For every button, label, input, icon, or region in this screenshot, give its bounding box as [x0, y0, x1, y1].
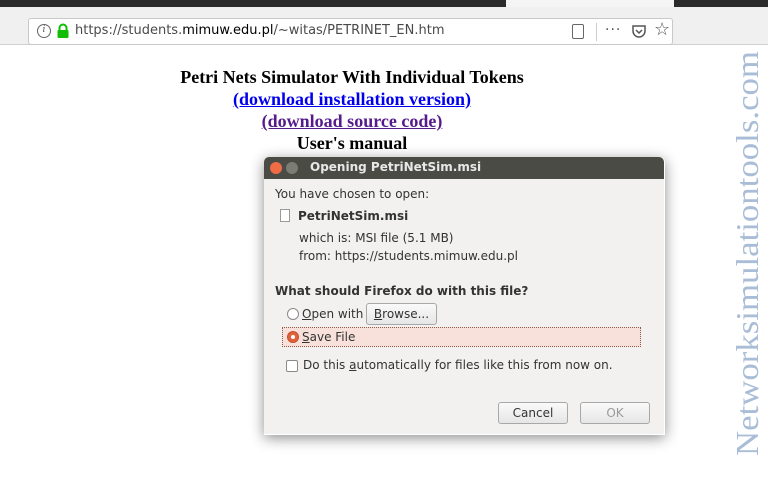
tab-3[interactable]: [334, 0, 504, 7]
dialog-body: You have chosen to open: PetriNetSim.msi…: [264, 179, 664, 434]
reader-view-icon[interactable]: [572, 24, 584, 39]
download-dialog: Opening PetriNetSim.msi You have chosen …: [264, 157, 664, 434]
open-with-radio[interactable]: [287, 308, 299, 320]
auto-checkbox[interactable]: [286, 360, 298, 372]
url-separator: [596, 23, 597, 41]
file-source: from: https://students.mimuw.edu.pl: [299, 249, 518, 263]
dialog-intro: You have chosen to open:: [275, 187, 430, 201]
page-title: Petri Nets Simulator With Individual Tok…: [180, 67, 524, 87]
users-manual-heading: User's manual: [296, 133, 408, 153]
tab-1[interactable]: [0, 0, 170, 7]
tab-active[interactable]: [506, 0, 674, 7]
info-icon[interactable]: i: [37, 24, 51, 38]
lock-icon: [57, 23, 69, 38]
dialog-title: Opening PetriNetSim.msi: [310, 160, 482, 174]
star-icon[interactable]: ☆: [654, 19, 670, 40]
ok-button[interactable]: OK: [580, 402, 650, 424]
browser-toolbar: i https://students.mimuw.edu.pl/~witas/P…: [0, 7, 768, 45]
more-actions-icon[interactable]: ···: [605, 22, 621, 38]
pocket-icon[interactable]: [631, 23, 647, 39]
dialog-question: What should Firefox do with this file?: [275, 284, 529, 298]
close-icon[interactable]: [270, 162, 282, 174]
dialog-titlebar[interactable]: Opening PetriNetSim.msi: [264, 157, 664, 179]
watermark-text: Networksimulationtools.com: [729, 51, 765, 456]
auto-label[interactable]: Do this automatically for files like thi…: [303, 358, 613, 372]
tab-2[interactable]: [172, 0, 332, 7]
download-installation-link[interactable]: (download installation version): [0, 89, 736, 110]
save-file-radio[interactable]: [287, 331, 299, 343]
cancel-button[interactable]: Cancel: [498, 402, 568, 424]
url-bar[interactable]: i https://students.mimuw.edu.pl/~witas/P…: [28, 18, 673, 45]
url-text[interactable]: https://students.mimuw.edu.pl/~witas/PET…: [75, 23, 445, 38]
download-source-link[interactable]: (download source code): [0, 111, 736, 132]
open-with-label[interactable]: Open with: [302, 307, 363, 321]
file-icon: [280, 209, 290, 222]
tab-5[interactable]: [676, 0, 768, 7]
tab-strip: [0, 0, 768, 7]
minimize-icon[interactable]: [286, 162, 298, 174]
dialog-filename: PetriNetSim.msi: [298, 209, 409, 223]
save-file-label[interactable]: Save File: [302, 330, 355, 344]
watermark: Networksimulationtools.com: [729, 51, 765, 456]
browse-button[interactable]: Browse...: [366, 303, 437, 325]
file-type: which is: MSI file (5.1 MB): [299, 231, 454, 245]
